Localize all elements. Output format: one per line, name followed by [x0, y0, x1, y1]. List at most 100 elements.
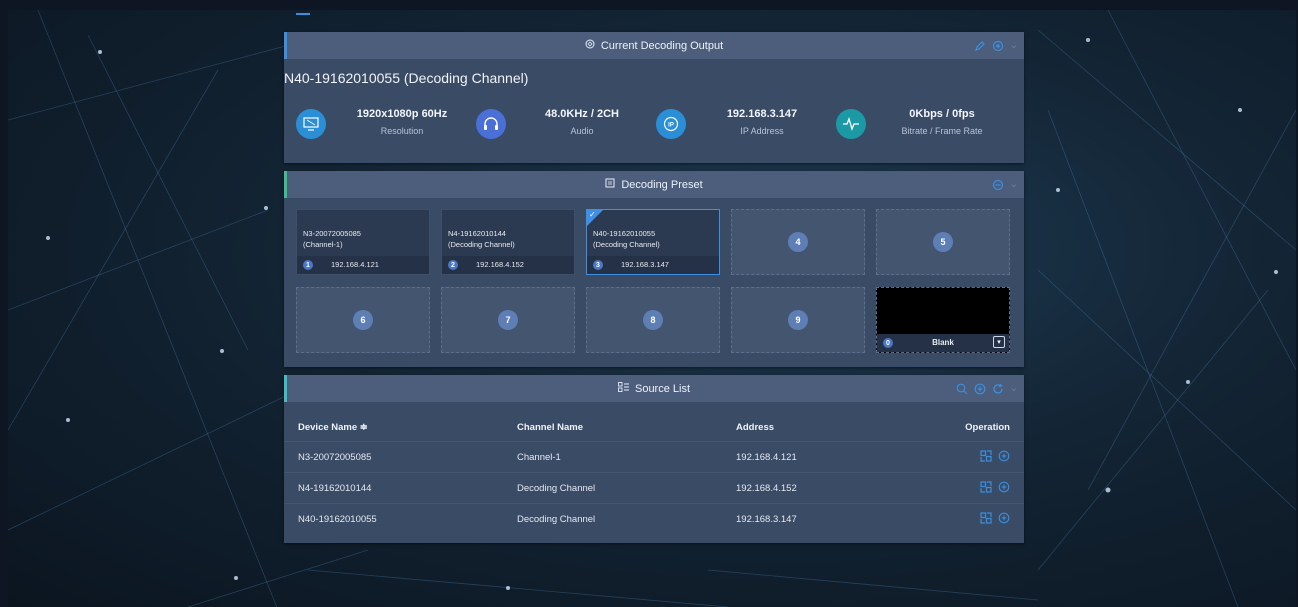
- address-header: Address: [736, 421, 775, 433]
- svg-text:IP: IP: [668, 123, 674, 129]
- ip-label: IP Address: [740, 126, 784, 136]
- preset-ip: 192.168.4.121: [331, 260, 379, 269]
- add-to-preset-icon[interactable]: [998, 450, 1010, 462]
- channel-name-cell: Channel-1: [517, 441, 736, 473]
- checkmark-icon: ✓: [589, 210, 596, 219]
- preset-number: 4: [788, 232, 808, 252]
- preset-number: 7: [498, 310, 518, 330]
- device-name-cell: N40-19162010055: [284, 503, 517, 534]
- preset-card-4[interactable]: 4: [731, 209, 865, 275]
- preset-channel: (Decoding Channel): [593, 240, 660, 249]
- channel-name-cell: Decoding Channel: [517, 503, 736, 534]
- stat-ip: IP 192.168.3.147 IP Address: [656, 107, 832, 143]
- channel-name-cell: Decoding Channel: [517, 472, 736, 504]
- bitrate-label: Bitrate / Frame Rate: [901, 126, 983, 136]
- stat-audio: 48.0KHz / 2CH Audio: [476, 107, 652, 143]
- preset-number: 8: [643, 310, 663, 330]
- preset-number: 1: [303, 260, 313, 270]
- operation-header: Operation: [965, 421, 1010, 433]
- preset-card-blank[interactable]: 0 Blank ▾: [876, 287, 1010, 353]
- add-to-preset-icon[interactable]: [998, 481, 1010, 493]
- output-panel-title: Current Decoding Output: [600, 39, 724, 52]
- refresh-icon[interactable]: [992, 383, 1004, 395]
- address-cell: 192.168.3.147: [736, 503, 958, 534]
- audio-value: 48.0KHz / 2CH: [545, 108, 619, 120]
- table-row: N3-20072005085 Channel-1 192.168.4.121: [284, 441, 1024, 473]
- resolution-value: 1920x1080p 60Hz: [356, 108, 448, 120]
- channel-name-header: Channel Name: [517, 421, 583, 433]
- preview-icon[interactable]: [980, 480, 992, 493]
- preset-panel-title: Decoding Preset: [621, 178, 703, 191]
- device-name-header[interactable]: Device Name ≑: [284, 413, 517, 442]
- panel-accent: [284, 32, 287, 59]
- preset-icon: [605, 178, 615, 191]
- preset-device: N40-19162010055: [593, 229, 656, 238]
- table-header-row: Device Name ≑ Channel Name Address Opera…: [284, 413, 1024, 442]
- dropdown-icon[interactable]: ▾: [993, 336, 1005, 348]
- collapse-chevron-icon[interactable]: ⌄: [1010, 383, 1018, 394]
- add-icon[interactable]: [974, 383, 986, 395]
- preset-device: N4-19162010144: [448, 229, 506, 238]
- panel-accent: [284, 375, 287, 402]
- list-icon: [618, 382, 629, 395]
- preset-device: N3-20072005085: [303, 229, 361, 238]
- preset-number: 5: [933, 232, 953, 252]
- preset-card-7[interactable]: 7: [441, 287, 575, 353]
- decoding-preset-panel: Decoding Preset ⌄ N3-20072005085 (Channel…: [284, 171, 1024, 367]
- collapse-chevron-icon[interactable]: ⌄: [1010, 40, 1018, 51]
- device-name-cell: N4-19162010144: [284, 472, 517, 504]
- headphones-icon: [476, 109, 506, 139]
- output-panel-header: Current Decoding Output ⌄: [284, 32, 1024, 59]
- preset-number: 6: [353, 310, 373, 330]
- preset-card-1[interactable]: N3-20072005085 (Channel-1) 1 192.168.4.121: [296, 209, 430, 275]
- preset-card-9[interactable]: 9: [731, 287, 865, 353]
- output-device-name: N40-19162010055 (Decoding Channel): [284, 70, 529, 86]
- collapse-chevron-icon[interactable]: ⌄: [1010, 179, 1018, 190]
- preset-number: 2: [448, 260, 458, 270]
- preset-channel: (Decoding Channel): [448, 240, 515, 249]
- settings-icon[interactable]: [992, 40, 1004, 52]
- preview-icon[interactable]: [980, 511, 992, 524]
- preset-grid: N3-20072005085 (Channel-1) 1 192.168.4.121…: [296, 209, 1012, 357]
- add-to-preset-icon[interactable]: [998, 512, 1010, 524]
- preset-channel: (Channel-1): [303, 240, 343, 249]
- source-list-panel: Source List ⌄ Device Name ≑ Channel Name…: [284, 375, 1024, 543]
- blank-label: Blank: [932, 338, 954, 347]
- preset-number: 9: [788, 310, 808, 330]
- address-cell: 192.168.4.121: [736, 441, 958, 473]
- output-stats: 1920x1080p 60Hz Resolution 48.0KHz / 2CH…: [296, 107, 1016, 143]
- waveform-icon: [836, 109, 866, 139]
- monitor-icon: [296, 109, 326, 139]
- stat-bitrate: 0Kbps / 0fps Bitrate / Frame Rate: [836, 107, 1012, 143]
- preset-card-8[interactable]: 8: [586, 287, 720, 353]
- preview-icon[interactable]: [980, 449, 992, 462]
- top-indicator: [296, 13, 310, 15]
- source-table: Device Name ≑ Channel Name Address Opera…: [284, 413, 1024, 534]
- table-row: N4-19162010144 Decoding Channel 192.168.…: [284, 472, 1024, 504]
- search-icon[interactable]: [956, 383, 968, 395]
- source-panel-title: Source List: [634, 382, 691, 395]
- panel-accent: [284, 171, 287, 198]
- preset-ip: 192.168.3.147: [621, 260, 669, 269]
- device-name-cell: N3-20072005085: [284, 441, 517, 473]
- preset-card-6[interactable]: 6: [296, 287, 430, 353]
- preset-panel-header: Decoding Preset ⌄: [284, 171, 1024, 198]
- preset-ip: 192.168.4.152: [476, 260, 524, 269]
- source-panel-header: Source List ⌄: [284, 375, 1024, 402]
- address-cell: 192.168.4.152: [736, 472, 958, 504]
- preset-card-5[interactable]: 5: [876, 209, 1010, 275]
- preset-card-3[interactable]: ✓ N40-19162010055 (Decoding Channel) 3 192…: [586, 209, 720, 275]
- audio-label: Audio: [570, 126, 594, 136]
- current-output-panel: Current Decoding Output ⌄ N40-1916201005…: [284, 32, 1024, 163]
- bitrate-value: 0Kbps / 0fps: [909, 108, 975, 120]
- resolution-label: Resolution: [380, 126, 424, 136]
- edit-icon[interactable]: [974, 40, 986, 52]
- table-row: N40-19162010055 Decoding Channel 192.168…: [284, 503, 1024, 534]
- output-icon: [585, 39, 595, 52]
- preset-card-2[interactable]: N4-19162010144 (Decoding Channel) 2 192.16…: [441, 209, 575, 275]
- stat-resolution: 1920x1080p 60Hz Resolution: [296, 107, 472, 143]
- preset-number: 3: [593, 260, 603, 270]
- ip-value: 192.168.3.147: [726, 108, 798, 120]
- ip-icon: IP: [656, 109, 686, 139]
- preset-settings-icon[interactable]: [992, 179, 1004, 191]
